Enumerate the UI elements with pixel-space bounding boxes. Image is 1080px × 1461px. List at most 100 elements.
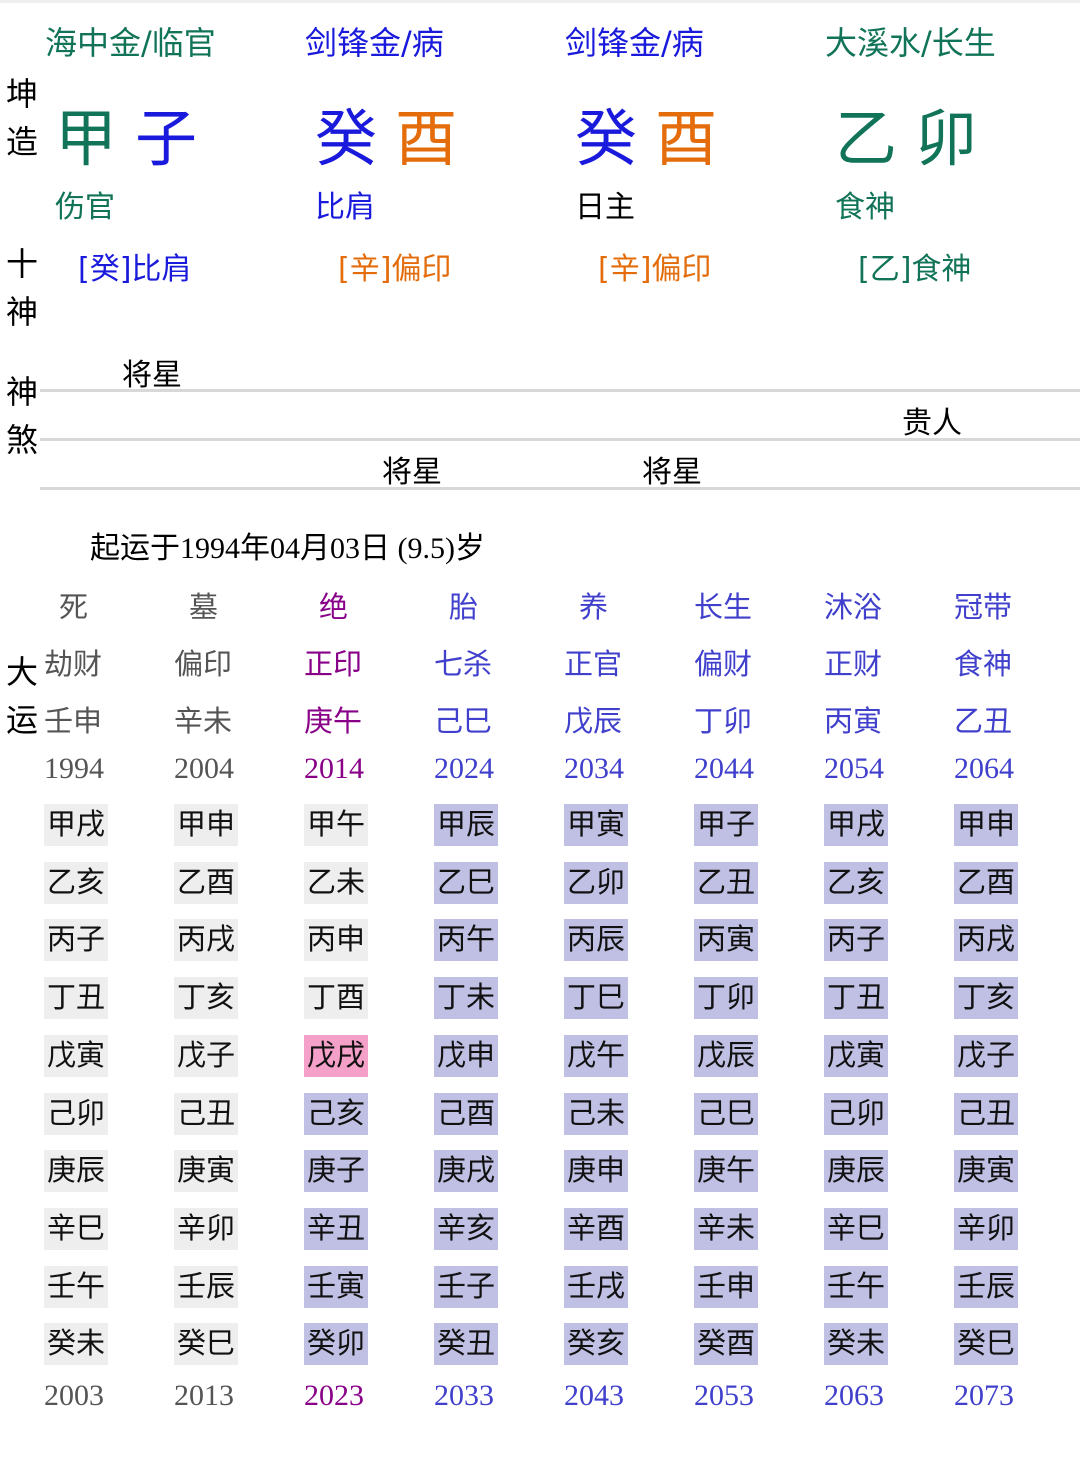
liunian-ganzhi[interactable]: 丙寅 <box>694 919 759 962</box>
liunian-ganzhi[interactable]: 庚辰 <box>824 1150 889 1193</box>
liunian-ganzhi[interactable]: 乙酉 <box>954 861 1019 904</box>
liunian-cell[interactable]: 丁丑 <box>44 977 109 1020</box>
liunian-ganzhi[interactable]: 丁巳 <box>564 977 629 1020</box>
liunian-ganzhi[interactable]: 庚寅 <box>174 1150 239 1193</box>
liunian-cell[interactable]: 乙酉 <box>954 861 1019 904</box>
liunian-cell[interactable]: 己巳 <box>694 1092 759 1135</box>
liunian-cell[interactable]: 壬午 <box>44 1265 109 1308</box>
liunian-cell[interactable]: 壬戌 <box>564 1265 629 1308</box>
liunian-cell[interactable]: 丙午 <box>434 919 499 962</box>
liunian-ganzhi[interactable]: 戊寅 <box>824 1034 889 1077</box>
liunian-ganzhi[interactable]: 癸巳 <box>174 1323 239 1366</box>
liunian-cell[interactable]: 辛酉 <box>564 1207 629 1250</box>
liunian-cell[interactable]: 己酉 <box>434 1092 499 1135</box>
liunian-ganzhi[interactable]: 甲戌 <box>44 804 109 846</box>
liunian-cell[interactable]: 辛巳 <box>44 1207 109 1250</box>
liunian-cell[interactable]: 丙申 <box>304 919 369 962</box>
liunian-cell[interactable]: 癸巳 <box>954 1323 1019 1366</box>
liunian-cell[interactable]: 庚申 <box>564 1150 629 1193</box>
liunian-ganzhi[interactable]: 甲申 <box>954 804 1019 846</box>
liunian-ganzhi[interactable]: 庚子 <box>304 1150 369 1193</box>
liunian-cell[interactable]: 丁亥 <box>174 977 239 1020</box>
liunian-ganzhi[interactable]: 乙亥 <box>44 861 109 904</box>
liunian-cell[interactable]: 癸丑 <box>434 1323 499 1366</box>
liunian-cell[interactable]: 戊午 <box>564 1034 629 1077</box>
liunian-cell[interactable]: 甲寅 <box>564 804 629 846</box>
liunian-ganzhi[interactable]: 丙戌 <box>174 919 239 962</box>
liunian-ganzhi[interactable]: 癸酉 <box>694 1323 759 1366</box>
liunian-ganzhi[interactable]: 庚午 <box>694 1150 759 1193</box>
liunian-cell[interactable]: 辛亥 <box>434 1207 499 1250</box>
liunian-cell[interactable]: 乙亥 <box>44 861 109 904</box>
liunian-cell[interactable]: 丁未 <box>434 977 499 1020</box>
liunian-cell[interactable]: 庚子 <box>304 1150 369 1193</box>
liunian-cell[interactable]: 丙寅 <box>694 919 759 962</box>
liunian-cell[interactable]: 己亥 <box>304 1092 369 1135</box>
liunian-cell[interactable]: 庚寅 <box>174 1150 239 1193</box>
liunian-ganzhi[interactable]: 戊戌 <box>304 1034 369 1077</box>
liunian-cell[interactable]: 辛巳 <box>824 1207 889 1250</box>
liunian-ganzhi[interactable]: 己卯 <box>44 1092 109 1135</box>
liunian-cell[interactable]: 癸卯 <box>304 1323 369 1366</box>
liunian-cell[interactable]: 辛卯 <box>174 1207 239 1250</box>
liunian-ganzhi[interactable]: 辛酉 <box>564 1207 629 1250</box>
liunian-ganzhi[interactable]: 丁酉 <box>304 977 369 1020</box>
liunian-cell[interactable]: 丁巳 <box>564 977 629 1020</box>
liunian-cell[interactable]: 丁丑 <box>824 977 889 1020</box>
liunian-cell[interactable]: 戊申 <box>434 1034 499 1077</box>
liunian-cell[interactable]: 己丑 <box>174 1092 239 1135</box>
liunian-ganzhi[interactable]: 乙丑 <box>694 861 759 904</box>
liunian-ganzhi[interactable]: 辛丑 <box>304 1207 369 1250</box>
liunian-cell[interactable]: 丙辰 <box>564 919 629 962</box>
liunian-cell[interactable]: 乙亥 <box>824 861 889 904</box>
liunian-cell[interactable]: 戊寅 <box>824 1034 889 1077</box>
liunian-cell[interactable]: 己卯 <box>824 1092 889 1135</box>
liunian-cell[interactable]: 甲戌 <box>824 804 889 846</box>
liunian-ganzhi[interactable]: 丙戌 <box>954 919 1019 962</box>
liunian-ganzhi[interactable]: 壬申 <box>694 1265 759 1308</box>
liunian-ganzhi[interactable]: 壬寅 <box>304 1265 369 1308</box>
liunian-cell[interactable]: 丁酉 <box>304 977 369 1020</box>
liunian-ganzhi[interactable]: 癸卯 <box>304 1323 369 1366</box>
liunian-ganzhi[interactable]: 癸未 <box>824 1323 889 1366</box>
liunian-cell[interactable]: 己丑 <box>954 1092 1019 1135</box>
liunian-cell[interactable]: 乙酉 <box>174 861 239 904</box>
liunian-cell[interactable]: 丙子 <box>44 919 109 962</box>
liunian-ganzhi[interactable]: 乙未 <box>304 861 369 904</box>
liunian-ganzhi[interactable]: 丁未 <box>434 977 499 1020</box>
liunian-ganzhi[interactable]: 己亥 <box>304 1092 369 1135</box>
liunian-cell[interactable]: 癸未 <box>824 1323 889 1366</box>
liunian-cell[interactable]: 甲午 <box>304 804 369 846</box>
liunian-cell[interactable]: 庚寅 <box>954 1150 1019 1193</box>
liunian-ganzhi[interactable]: 己未 <box>564 1092 629 1135</box>
liunian-cell[interactable]: 己未 <box>564 1092 629 1135</box>
liunian-cell[interactable]: 壬午 <box>824 1265 889 1308</box>
liunian-cell[interactable]: 壬辰 <box>174 1265 239 1308</box>
liunian-cell[interactable]: 戊子 <box>174 1034 239 1077</box>
liunian-ganzhi[interactable]: 己丑 <box>174 1092 239 1135</box>
liunian-cell[interactable]: 甲戌 <box>44 804 109 846</box>
liunian-ganzhi[interactable]: 壬午 <box>824 1265 889 1308</box>
liunian-ganzhi[interactable]: 己酉 <box>434 1092 499 1135</box>
liunian-ganzhi[interactable]: 丁丑 <box>824 977 889 1020</box>
liunian-ganzhi[interactable]: 丁丑 <box>44 977 109 1020</box>
liunian-ganzhi[interactable]: 戊子 <box>174 1034 239 1077</box>
liunian-cell[interactable]: 戊戌 <box>304 1034 369 1077</box>
liunian-ganzhi[interactable]: 戊申 <box>434 1034 499 1077</box>
liunian-cell[interactable]: 辛卯 <box>954 1207 1019 1250</box>
liunian-cell[interactable]: 壬申 <box>694 1265 759 1308</box>
liunian-ganzhi[interactable]: 辛未 <box>694 1207 759 1250</box>
liunian-ganzhi[interactable]: 壬午 <box>44 1265 109 1308</box>
liunian-cell[interactable]: 辛未 <box>694 1207 759 1250</box>
liunian-ganzhi[interactable]: 庚寅 <box>954 1150 1019 1193</box>
liunian-ganzhi[interactable]: 甲戌 <box>824 804 889 846</box>
liunian-ganzhi[interactable]: 丙子 <box>44 919 109 962</box>
liunian-ganzhi[interactable]: 丙午 <box>434 919 499 962</box>
liunian-ganzhi[interactable]: 庚辰 <box>44 1150 109 1193</box>
liunian-ganzhi[interactable]: 乙亥 <box>824 861 889 904</box>
liunian-cell[interactable]: 癸巳 <box>174 1323 239 1366</box>
liunian-ganzhi[interactable]: 乙酉 <box>174 861 239 904</box>
liunian-cell[interactable]: 庚辰 <box>824 1150 889 1193</box>
liunian-cell[interactable]: 乙卯 <box>564 861 629 904</box>
liunian-ganzhi[interactable]: 辛亥 <box>434 1207 499 1250</box>
